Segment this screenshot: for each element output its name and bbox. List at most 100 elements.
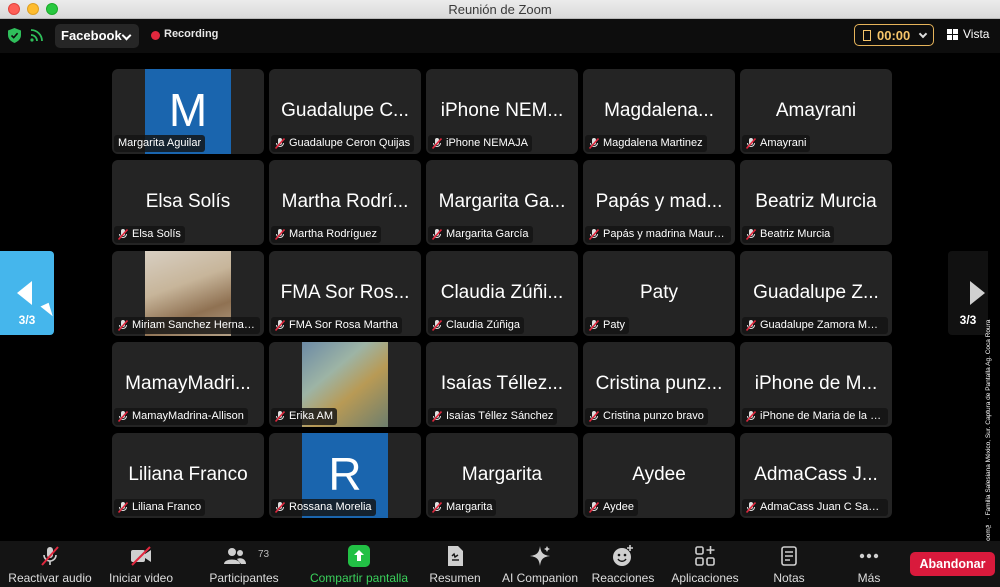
microphone-muted-icon <box>41 546 59 566</box>
participant-name-label: Guadalupe Ceron Quijas <box>289 137 411 149</box>
more-button[interactable]: Más <box>842 541 896 587</box>
meeting-timer-button[interactable]: 00:00 <box>854 24 934 46</box>
participant-tile[interactable]: Magdalena... Magdalena Martinez <box>583 69 735 154</box>
livestream-facebook-dropdown[interactable]: Facebook <box>55 24 139 48</box>
start-video-button[interactable]: Iniciar video <box>100 541 182 587</box>
participant-name-tag: Claudia Zúñiga <box>428 317 524 334</box>
participant-name-label: Rossana Morelia <box>289 501 372 513</box>
participant-display-name: Margarita Ga... <box>438 191 566 212</box>
next-page-button[interactable]: 3/3 <box>948 251 988 335</box>
microphone-muted-icon <box>589 502 599 513</box>
participant-display-name: Papás y mad... <box>595 191 723 212</box>
leave-meeting-button[interactable]: Abandonar <box>910 552 995 576</box>
participant-tile[interactable]: Guadalupe C... Guadalupe Ceron Quijas <box>269 69 421 154</box>
apps-button[interactable]: Aplicaciones <box>668 541 742 587</box>
participant-display-name: Margarita <box>461 464 543 485</box>
participant-tile[interactable]: Guadalupe Z... Guadalupe Zamora Martinez <box>740 251 892 336</box>
apps-icon <box>695 546 715 566</box>
participants-label: Participantes <box>209 571 279 585</box>
participant-tile[interactable]: AdmaCass J... AdmaCass Juan C Santiago <box>740 433 892 518</box>
unmute-audio-button[interactable]: Reactivar audio <box>4 541 96 587</box>
notes-label: Notas <box>773 571 805 585</box>
participant-name-label: iPhone de Maria de la Luz <box>760 410 888 422</box>
participant-tile[interactable]: R Rossana Morelia <box>269 433 421 518</box>
participant-name-tag: Erika AM <box>271 408 338 425</box>
more-dots-icon <box>859 553 879 559</box>
participant-name-label: Isaías Téllez Sánchez <box>446 410 554 422</box>
participant-tile[interactable]: Elsa Solís Elsa Solís <box>112 160 264 245</box>
participants-button[interactable]: Participantes <box>204 541 284 587</box>
participant-name-label: Miriam Sanchez Hernandez <box>132 319 260 331</box>
participant-name-tag: Margarita <box>428 499 497 516</box>
microphone-muted-icon <box>746 229 756 240</box>
participant-tile[interactable]: FMA Sor Ros... FMA Sor Rosa Martha <box>269 251 421 336</box>
participant-name-tag: iPhone NEMAJA <box>428 135 532 152</box>
participant-name-label: Papás y madrina Mauricio <box>603 228 731 240</box>
microphone-muted-icon <box>275 138 285 149</box>
share-screen-label: Compartir pantalla <box>309 571 409 585</box>
participant-tile[interactable]: M Margarita Aguilar <box>112 69 264 154</box>
participant-display-name: Paty <box>639 282 679 303</box>
participant-tile[interactable]: Margarita Margarita <box>426 433 578 518</box>
participant-tile[interactable]: Aydee Aydee <box>583 433 735 518</box>
participant-name-tag: Margarita García <box>428 226 533 243</box>
microphone-muted-icon <box>746 411 756 422</box>
microphone-muted-icon <box>746 138 756 149</box>
participant-name-tag: Cristina punzo bravo <box>585 408 708 425</box>
microphone-muted-icon <box>432 138 442 149</box>
participant-tile[interactable]: MamayMadri... MamayMadrina-Allison <box>112 342 264 427</box>
participant-name-label: MamayMadrina-Allison <box>132 410 244 422</box>
connection-signal-icon[interactable] <box>30 28 44 42</box>
notes-button[interactable]: Notas <box>760 541 818 587</box>
participant-display-name: Claudia Zúñi... <box>440 282 564 303</box>
summary-button[interactable]: Resumen <box>424 541 486 587</box>
participant-name-tag: Isaías Téllez Sánchez <box>428 408 558 425</box>
participant-tile[interactable]: Erika AM <box>269 342 421 427</box>
reactions-label: Reacciones <box>591 571 655 585</box>
view-label: Vista <box>963 27 990 41</box>
security-shield-icon[interactable] <box>8 28 21 43</box>
start-video-label: Iniciar video <box>108 571 174 585</box>
participant-tile[interactable]: Cristina punz... Cristina punzo bravo <box>583 342 735 427</box>
microphone-muted-icon <box>589 138 599 149</box>
recording-label[interactable]: Recording <box>164 28 218 40</box>
participant-tile[interactable]: Papás y mad... Papás y madrina Mauricio <box>583 160 735 245</box>
participant-display-name: Aydee <box>632 464 686 485</box>
microphone-muted-icon <box>118 411 128 422</box>
participant-tile[interactable]: Paty Paty <box>583 251 735 336</box>
share-screen-icon <box>348 545 370 567</box>
participant-name-tag: Elsa Solís <box>114 226 185 243</box>
participant-display-name: Guadalupe Z... <box>753 282 879 303</box>
participant-name-label: Magdalena Martinez <box>603 137 703 149</box>
window-titlebar: Reunión de Zoom <box>0 0 1000 19</box>
participant-tile[interactable]: iPhone NEM... iPhone NEMAJA <box>426 69 578 154</box>
ai-companion-button[interactable]: AI Companion <box>498 541 582 587</box>
participant-tile[interactable]: Liliana Franco Liliana Franco <box>112 433 264 518</box>
participant-name-tag: Magdalena Martinez <box>585 135 707 152</box>
participant-tile[interactable]: Beatriz Murcia Beatriz Murcia <box>740 160 892 245</box>
participant-name-tag: Guadalupe Zamora Martinez <box>742 317 888 334</box>
participants-icon <box>224 548 246 564</box>
participant-tile[interactable]: Martha Rodrí... Martha Rodríguez <box>269 160 421 245</box>
more-label: Más <box>857 571 881 585</box>
timer-value: 00:00 <box>877 28 911 43</box>
microphone-muted-icon <box>589 229 599 240</box>
participant-tile[interactable]: Isaías Téllez... Isaías Téllez Sánchez <box>426 342 578 427</box>
participant-tile[interactable]: Margarita Ga... Margarita García <box>426 160 578 245</box>
participant-name-label: Paty <box>603 319 626 331</box>
meeting-toolbar: Reactivar audio Iniciar video Participan… <box>0 541 1000 587</box>
reactions-button[interactable]: Reacciones <box>590 541 656 587</box>
participant-tile[interactable]: Claudia Zúñi... Claudia Zúñiga <box>426 251 578 336</box>
participant-name-label: FMA Sor Rosa Martha <box>289 319 398 331</box>
previous-page-button[interactable]: 3/3 <box>0 251 54 335</box>
participant-display-name: Martha Rodrí... <box>281 191 409 212</box>
microphone-muted-icon <box>746 320 756 331</box>
participant-tile[interactable]: Miriam Sanchez Hernandez <box>112 251 264 336</box>
recording-dot-icon <box>151 31 160 40</box>
participant-tile[interactable]: iPhone de M... iPhone de Maria de la Luz <box>740 342 892 427</box>
apps-label: Aplicaciones <box>671 571 739 585</box>
share-screen-button[interactable]: Compartir pantalla <box>306 541 412 587</box>
participant-tile[interactable]: Amayrani Amayrani <box>740 69 892 154</box>
view-button[interactable]: Vista <box>947 27 989 41</box>
smiley-plus-icon <box>613 545 633 566</box>
